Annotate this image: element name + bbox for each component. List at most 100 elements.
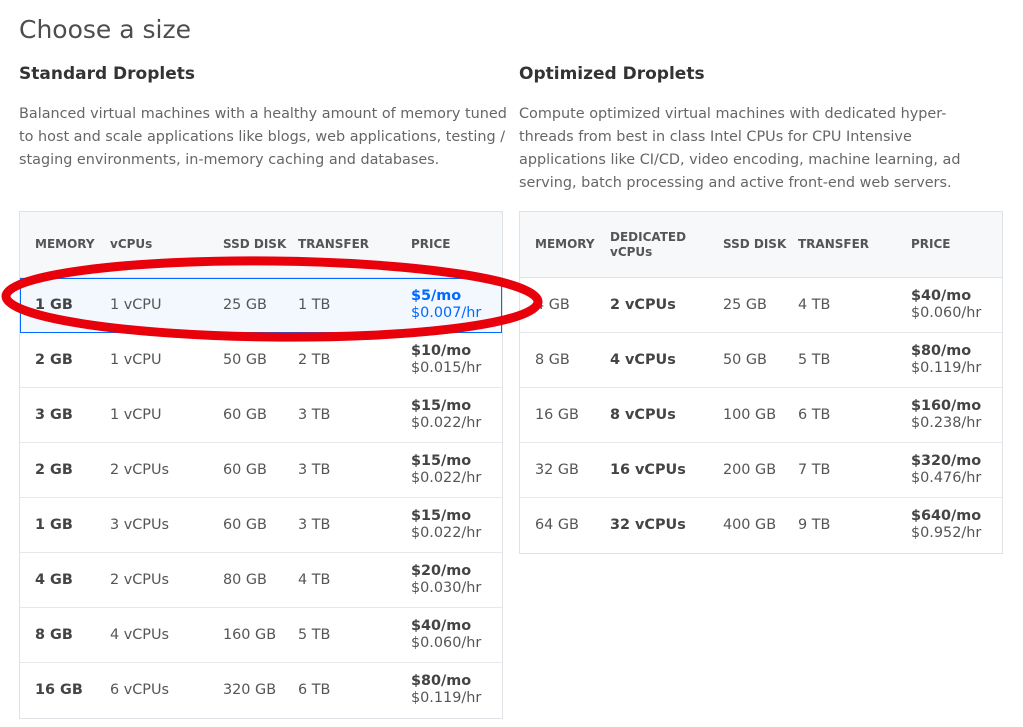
price-cell: $640/mo $0.952/hr (911, 498, 981, 552)
ssd-disk-cell: 60 GB (223, 517, 267, 533)
ssd-disk-cell: 50 GB (223, 352, 267, 368)
hourly-price: $0.030/hr (411, 580, 482, 596)
transfer-cell: 7 TB (798, 462, 831, 478)
transfer-cell: 6 TB (798, 407, 831, 423)
transfer-cell: 5 TB (298, 627, 331, 643)
transfer-cell: 3 TB (298, 462, 331, 478)
column-header-price: PRICE (911, 237, 951, 251)
column-header-ssd-disk: SSD DISK (723, 237, 787, 251)
transfer-cell: 9 TB (798, 517, 831, 533)
monthly-price: $5/mo (411, 288, 462, 304)
monthly-price: $15/mo (411, 508, 472, 524)
optimized-droplets-section: Optimized Droplets Compute optimized vir… (519, 62, 1003, 554)
transfer-cell: 4 TB (798, 297, 831, 313)
ssd-disk-cell: 60 GB (223, 407, 267, 423)
column-header-memory: MEMORY (35, 237, 95, 251)
vcpus-cell: 2 vCPUs (110, 572, 170, 588)
size-option-row[interactable]: 32 GB 16 vCPUs 200 GB 7 TB $320/mo $0.476/hr (520, 443, 1002, 498)
table-header: MEMORY vCPUs SSD DISK TRANSFER PRICE (20, 212, 502, 278)
monthly-price: $40/mo (911, 288, 972, 304)
vcpus-cell: 6 vCPUs (110, 682, 170, 698)
price-cell: $15/mo $0.022/hr (411, 498, 481, 552)
vcpus-cell: 16 vCPUs (610, 462, 686, 478)
memory-cell: 4 GB (535, 297, 570, 313)
ssd-disk-cell: 400 GB (723, 517, 777, 533)
hourly-price: $0.022/hr (411, 525, 482, 541)
memory-cell: 16 GB (35, 682, 83, 698)
column-header-price: PRICE (411, 237, 451, 251)
monthly-price: $40/mo (411, 618, 472, 634)
memory-cell: 2 GB (35, 462, 73, 478)
transfer-cell: 6 TB (298, 682, 331, 698)
hourly-price: $0.119/hr (411, 690, 482, 706)
standard-droplets-description: Balanced virtual machines with a healthy… (19, 106, 507, 168)
hourly-price: $0.060/hr (411, 635, 482, 651)
size-option-row[interactable]: 3 GB 1 vCPU 60 GB 3 TB $15/mo $0.022/hr (20, 388, 502, 443)
table-body: 1 GB 1 vCPU 25 GB 1 TB $5/mo $0.007/hr 2 GB 1 v… (20, 278, 502, 718)
size-option-row[interactable]: 1 GB 1 vCPU 25 GB 1 TB $5/mo $0.007/hr (20, 278, 502, 333)
size-option-row[interactable]: 4 GB 2 vCPUs 80 GB 4 TB $20/mo $0.030/hr (20, 553, 502, 608)
price-cell: $15/mo $0.022/hr (411, 388, 481, 442)
price-cell: $40/mo $0.060/hr (911, 278, 981, 332)
memory-cell: 3 GB (35, 407, 73, 423)
vcpus-cell: 4 vCPUs (110, 627, 170, 643)
hourly-price: $0.238/hr (911, 415, 982, 431)
table-header: MEMORY DEDICATED vCPUs SSD DISK TRANSFER… (520, 212, 1002, 278)
hourly-price: $0.007/hr (411, 305, 482, 321)
ssd-disk-cell: 25 GB (223, 297, 267, 313)
vcpus-cell: 1 vCPU (110, 352, 162, 368)
price-stack: $80/mo $0.119/hr (911, 343, 981, 377)
vcpus-cell: 2 vCPUs (110, 462, 170, 478)
transfer-cell: 1 TB (298, 297, 331, 313)
hourly-price: $0.476/hr (911, 470, 982, 486)
price-stack: $5/mo $0.007/hr (411, 288, 481, 322)
column-header-memory: MEMORY (535, 237, 595, 251)
size-option-row[interactable]: 64 GB 32 vCPUs 400 GB 9 TB $640/mo $0.952/hr (520, 498, 1002, 553)
hourly-price: $0.022/hr (411, 415, 482, 431)
optimized-size-table: MEMORY DEDICATED vCPUs SSD DISK TRANSFER… (519, 211, 1003, 554)
vcpus-cell: 1 vCPU (110, 407, 162, 423)
size-option-row[interactable]: 2 GB 2 vCPUs 60 GB 3 TB $15/mo $0.022/hr (20, 443, 502, 498)
size-option-row[interactable]: 4 GB 2 vCPUs 25 GB 4 TB $40/mo $0.060/hr (520, 278, 1002, 333)
memory-cell: 1 GB (35, 297, 73, 313)
size-option-row[interactable]: 8 GB 4 vCPUs 50 GB 5 TB $80/mo $0.119/hr (520, 333, 1002, 388)
ssd-disk-cell: 25 GB (723, 297, 767, 313)
ssd-disk-cell: 50 GB (723, 352, 767, 368)
price-stack: $40/mo $0.060/hr (911, 288, 981, 322)
price-cell: $320/mo $0.476/hr (911, 443, 981, 497)
ssd-disk-cell: 160 GB (223, 627, 277, 643)
transfer-cell: 4 TB (298, 572, 331, 588)
column-header-vcpus: vCPUs (110, 237, 153, 251)
price-cell: $5/mo $0.007/hr (411, 278, 481, 332)
memory-cell: 8 GB (535, 352, 570, 368)
price-stack: $640/mo $0.952/hr (911, 508, 981, 542)
price-stack: $40/mo $0.060/hr (411, 618, 481, 652)
price-stack: $80/mo $0.119/hr (411, 673, 481, 707)
price-cell: $10/mo $0.015/hr (411, 333, 481, 387)
memory-cell: 1 GB (35, 517, 73, 533)
column-header-ssd-disk: SSD DISK (223, 237, 287, 251)
ssd-disk-cell: 320 GB (223, 682, 277, 698)
monthly-price: $20/mo (411, 563, 472, 579)
size-option-row[interactable]: 8 GB 4 vCPUs 160 GB 5 TB $40/mo $0.060/hr (20, 608, 502, 663)
vcpus-cell: 32 vCPUs (610, 517, 686, 533)
size-option-row[interactable]: 16 GB 8 vCPUs 100 GB 6 TB $160/mo $0.238/hr (520, 388, 1002, 443)
memory-cell: 16 GB (535, 407, 579, 423)
price-cell: $80/mo $0.119/hr (911, 333, 981, 387)
standard-size-table: MEMORY vCPUs SSD DISK TRANSFER PRICE 1 G… (19, 211, 503, 719)
column-header-transfer: TRANSFER (798, 237, 870, 251)
price-cell: $160/mo $0.238/hr (911, 388, 981, 442)
transfer-cell: 3 TB (298, 407, 331, 423)
price-stack: $10/mo $0.015/hr (411, 343, 481, 377)
price-stack: $15/mo $0.022/hr (411, 508, 481, 542)
price-cell: $40/mo $0.060/hr (411, 608, 481, 662)
optimized-droplets-description: Compute optimized virtual machines with … (519, 106, 961, 191)
ssd-disk-cell: 80 GB (223, 572, 267, 588)
hourly-price: $0.119/hr (911, 360, 982, 376)
size-option-row[interactable]: 16 GB 6 vCPUs 320 GB 6 TB $80/mo $0.119/hr (20, 663, 502, 718)
size-option-row[interactable]: 2 GB 1 vCPU 50 GB 2 TB $10/mo $0.015/hr (20, 333, 502, 388)
size-option-row[interactable]: 1 GB 3 vCPUs 60 GB 3 TB $15/mo $0.022/hr (20, 498, 502, 553)
optimized-droplets-title: Optimized Droplets (519, 64, 705, 84)
hourly-price: $0.022/hr (411, 470, 482, 486)
ssd-disk-cell: 60 GB (223, 462, 267, 478)
